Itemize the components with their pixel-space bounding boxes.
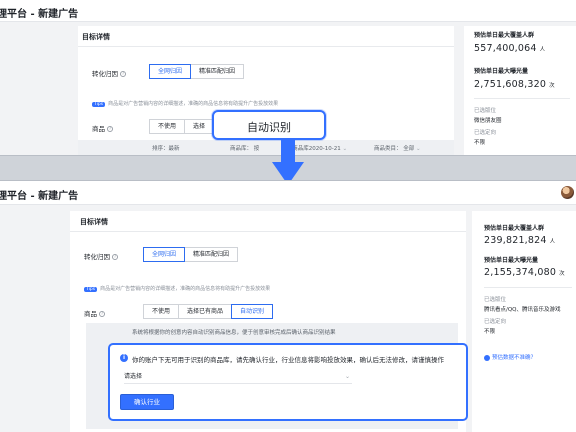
orientation-label: 已选定向 [484, 319, 507, 325]
conversion-option-precise[interactable]: 精准匹配归因 [190, 64, 245, 79]
impressions-value: 2,751,608,320 次 [474, 79, 555, 90]
help-icon: ? [112, 254, 118, 260]
orientation-value: 不限 [484, 329, 496, 335]
users-value: 557,400,064 人 [474, 43, 546, 54]
product-option-none[interactable]: 不使用 [149, 119, 186, 134]
conversion-segmented: 全网归因 精准匹配归因 [143, 247, 239, 262]
divider [78, 46, 454, 47]
tip-text: 商品是对广告营销内容的详细描述，准确的商品信息将有助提升广告投放效果 [100, 286, 271, 292]
bottom-screenshot-panel: 理平台 - 新建广告 目标详情 转化归因? 全网归因 精准匹配归因 Tips 商品… [0, 180, 576, 432]
estimate-sidebar: 预估单日最大覆盖人群 239,821,824 人 预估单日最大曝光量 2,155,… [472, 211, 576, 432]
tip-line: Tips 商品是对广告营销内容的详细描述，准确的商品信息将有助提升广告投放效果 [92, 100, 278, 107]
chevron-down-icon: ⌄ [344, 373, 350, 380]
conversion-option-network[interactable]: 全网归因 [149, 64, 192, 79]
orientation-value: 不限 [474, 140, 486, 146]
help-icon: ? [107, 126, 113, 132]
users-label: 预估单日最大覆盖人群 [474, 32, 535, 39]
users-label: 预估单日最大覆盖人群 [484, 225, 545, 232]
help-icon: ? [99, 311, 105, 317]
placement-value: 腾讯看点/QQ、腾讯音乐及游戏 [484, 307, 561, 313]
estimate-sidebar: 预估单日最大覆盖人群 557,400,064 人 预估单日最大曝光量 2,751,… [464, 26, 576, 155]
product-label: 商品? [84, 310, 105, 318]
placement-label: 已选版位 [474, 108, 497, 114]
impressions-label: 预估单日最大曝光量 [474, 68, 529, 75]
product-segmented: 不使用 选择 [149, 119, 215, 134]
users-value: 239,821,824 人 [484, 235, 556, 246]
question-icon [484, 354, 490, 361]
product-segmented: 不使用 选择已有商品 自动识别 [143, 304, 274, 319]
section-title: 目标详情 [82, 33, 110, 41]
conversion-label: 转化归因? [84, 253, 118, 261]
auto-identify-callout: 自动识别 [212, 110, 326, 140]
tip-line: Tips 商品是对广告营销内容的详细描述，准确的商品信息将有助提升广告投放效果 [84, 285, 270, 292]
tip-text: 商品是对广告营销内容的详细描述，准确的商品信息将有助提升广告投放效果 [108, 101, 279, 107]
system-hint: 系统将根据你的创意内容自动识别商品信息，便于创意审核完成后确认商品识别结果 [132, 330, 336, 336]
conversion-label: 转化归因? [92, 70, 126, 78]
top-header-bar: 理平台 - 新建广告 [0, 0, 576, 22]
industry-confirm-dialog: i 你的账户下无可用于识别的商品库，请先确认行业，行业信息将影响投放效果，确认后… [108, 343, 468, 421]
product-option-select[interactable]: 选择 [184, 119, 215, 134]
tips-tag: Tips [92, 102, 106, 107]
divider [474, 98, 570, 99]
product-option-auto-identify[interactable]: 自动识别 [231, 304, 274, 319]
estimate-feedback-link[interactable]: 预估数据不准确？ [484, 353, 536, 361]
impressions-label: 预估单日最大曝光量 [484, 257, 539, 264]
info-icon: i [120, 354, 128, 362]
help-icon: ? [120, 71, 126, 77]
placement-value: 微信朋友圈 [474, 118, 502, 124]
dialog-message: 你的账户下无可用于识别的商品库，请先确认行业，行业信息将影响投放效果，确认后无法… [132, 356, 444, 364]
avatar[interactable] [561, 186, 574, 199]
orientation-label: 已选定向 [474, 130, 497, 136]
impressions-value: 2,155,374,080 次 [484, 267, 565, 278]
product-option-select-existing[interactable]: 选择已有商品 [178, 304, 233, 319]
conversion-segmented: 全网归因 精准匹配归因 [149, 64, 245, 79]
filter-category[interactable]: 商品类目： 全部 ⌄ [374, 144, 421, 152]
divider [70, 231, 466, 232]
select-placeholder: 请选择 [124, 373, 143, 380]
confirm-industry-button[interactable]: 确认行业 [120, 394, 174, 410]
product-option-none[interactable]: 不使用 [143, 304, 180, 319]
divider [484, 287, 572, 288]
section-title: 目标详情 [80, 218, 108, 226]
page-title: 理平台 - 新建广告 [0, 9, 79, 20]
bottom-header-bar: 理平台 - 新建广告 [0, 181, 576, 205]
callout-text: 自动识别 [247, 121, 291, 134]
tips-tag: Tips [84, 287, 98, 292]
placement-label: 已选版位 [484, 297, 507, 303]
industry-select[interactable]: 请选择 ⌄ [124, 370, 352, 384]
page-title: 理平台 - 新建广告 [0, 191, 79, 202]
filter-sort[interactable]: 排序：最新 [152, 144, 180, 152]
product-label: 商品? [92, 125, 113, 133]
top-screenshot-panel: 理平台 - 新建广告 目标详情 转化归因? 全网归因 精准匹配归因 Tips 商品… [0, 0, 576, 156]
conversion-option-precise[interactable]: 精准匹配归因 [184, 247, 239, 262]
conversion-option-network[interactable]: 全网归因 [143, 247, 186, 262]
